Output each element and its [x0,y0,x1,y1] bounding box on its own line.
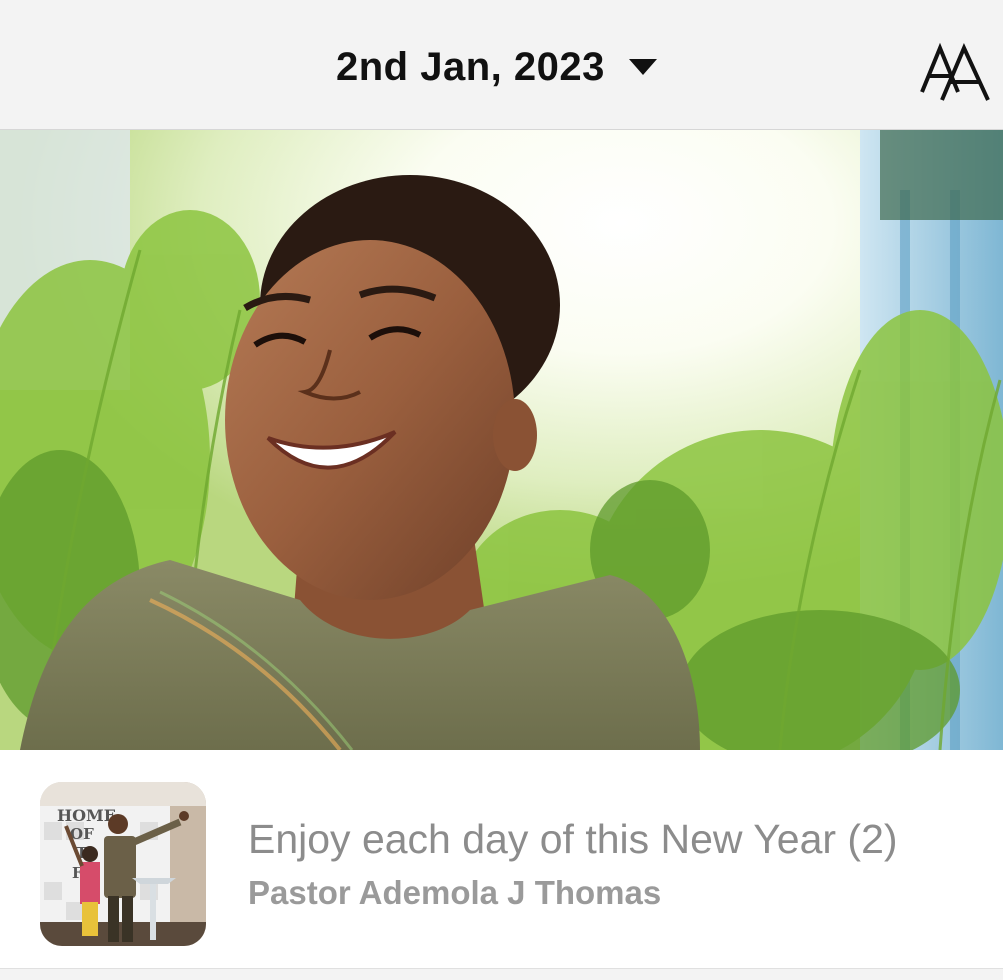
devotional-author: Pastor Ademola J Thomas [248,874,662,911]
date-label: 2nd Jan, 2023 [336,44,605,89]
list-separator [0,968,1003,980]
devotional-title: Enjoy each day of this New Year (2) [248,816,898,862]
thumbnail-wall-text-1: HOME [57,806,116,825]
date-picker[interactable]: 2nd Jan, 2023 [336,42,657,92]
caret-down-icon [628,59,657,75]
devotional-thumbnail: HOME OF T FI [40,782,206,946]
hero-image [0,130,1003,750]
text-size-icon[interactable] [918,42,992,108]
devotional-screen: 2nd Jan, 2023 HOME OF T Enjoy each day o… [0,0,1003,980]
header-bar: 2nd Jan, 2023 [0,0,1003,130]
devotional-list-item[interactable]: HOME OF T FI [0,750,1003,968]
